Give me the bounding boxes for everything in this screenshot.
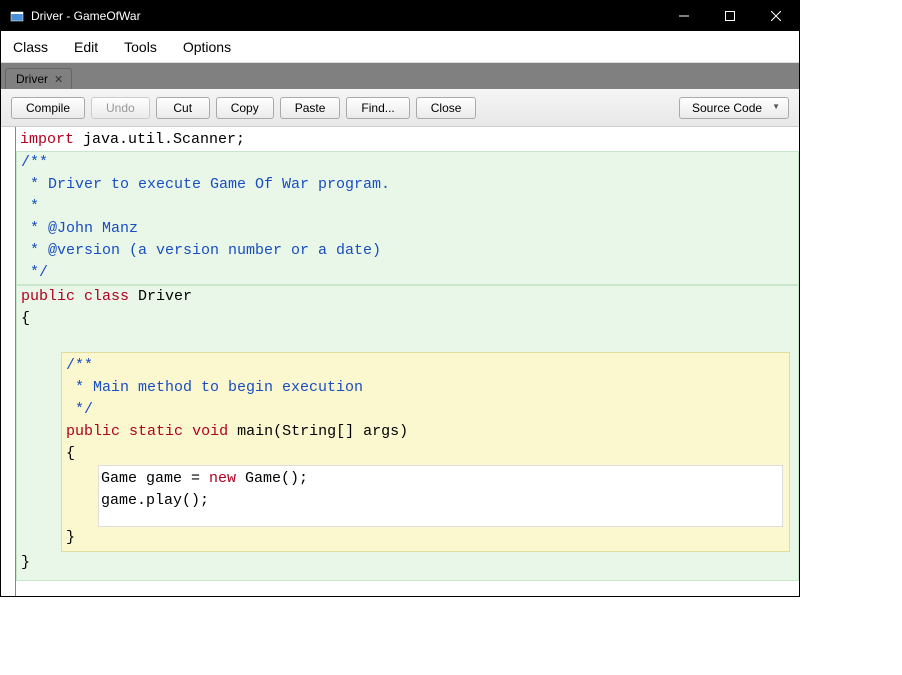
copy-button[interactable]: Copy [216,97,274,119]
brace: } [21,554,30,571]
kw-public: public [21,288,75,305]
titlebar-text: Driver - GameOfWar [31,9,661,23]
import-path: java.util.Scanner; [74,131,245,148]
kw-public: public [66,423,120,440]
brace: { [21,310,30,327]
class-javadoc: /** * Driver to execute Game Of War prog… [16,151,799,285]
doc-line: * Driver to execute Game Of War program. [21,176,390,193]
window-controls [661,1,799,31]
doc-line: */ [21,264,48,281]
tab-close-icon[interactable]: ✕ [54,73,63,86]
stmt: Game game = [101,470,209,487]
menu-class[interactable]: Class [13,39,48,55]
kw-new: new [209,470,236,487]
app-window: Driver - GameOfWar Class Edit Tools Opti… [0,0,800,597]
brace: { [66,445,75,462]
menubar: Class Edit Tools Options [1,31,799,63]
compile-button[interactable]: Compile [11,97,85,119]
view-mode-dropdown[interactable]: Source Code [679,97,789,119]
view-mode-label: Source Code [692,101,762,115]
method-block: /** * Main method to begin execution */ … [61,352,790,552]
doc-line: /** [21,154,48,171]
toolbar: Compile Undo Cut Copy Paste Find... Clos… [1,89,799,127]
doc-line: * Main method to begin execution [66,379,363,396]
close-button[interactable]: Close [416,97,477,119]
doc-line: * @version (a version number or a date) [21,242,381,259]
menu-tools[interactable]: Tools [124,39,157,55]
minimize-button[interactable] [661,1,707,31]
tabstrip: Driver ✕ [1,63,799,89]
method-sig: main(String[] args) [228,423,408,440]
doc-line: * @John Manz [21,220,138,237]
class-body: public class Driver { /** * Main method … [16,285,799,581]
titlebar: Driver - GameOfWar [1,1,799,31]
class-name: Driver [129,288,192,305]
doc-line: * [21,198,39,215]
close-window-button[interactable] [753,1,799,31]
stmt: Game(); [236,470,308,487]
kw-static: static [129,423,183,440]
app-icon [9,8,25,24]
doc-line: /** [66,357,93,374]
method-body: Game game = new Game(); game.play(); [98,465,783,527]
find-button[interactable]: Find... [346,97,409,119]
tab-driver[interactable]: Driver ✕ [5,68,72,89]
kw-void: void [192,423,228,440]
undo-button[interactable]: Undo [91,97,150,119]
code-editor[interactable]: import java.util.Scanner; /** * Driver t… [15,127,799,596]
stmt: game.play(); [101,492,209,509]
menu-options[interactable]: Options [183,39,231,55]
menu-edit[interactable]: Edit [74,39,98,55]
kw-class: class [84,288,129,305]
paste-button[interactable]: Paste [280,97,341,119]
doc-line: */ [66,401,93,418]
brace: } [66,529,75,546]
maximize-button[interactable] [707,1,753,31]
kw-import: import [20,131,74,148]
cut-button[interactable]: Cut [156,97,210,119]
tab-label: Driver [16,72,48,86]
